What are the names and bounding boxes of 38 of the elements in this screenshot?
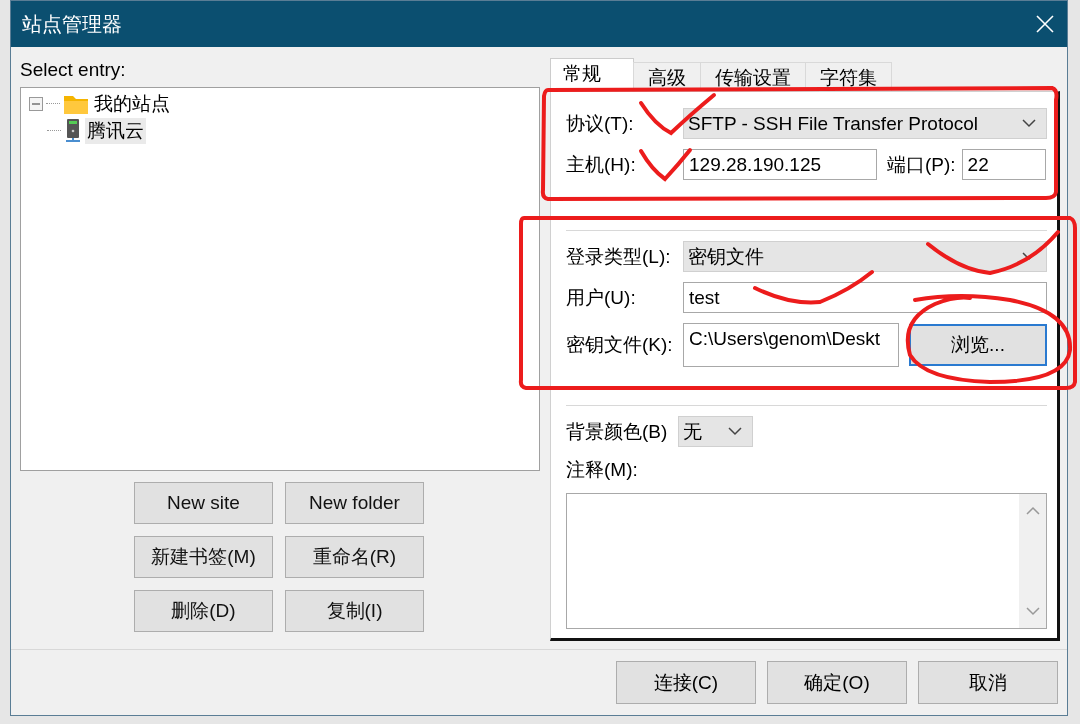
entry-button[interactable]: 重命名(R): [285, 536, 424, 578]
window-title: 站点管理器: [22, 11, 122, 37]
scroll-up-icon: [1025, 506, 1040, 516]
dropdown[interactable]: 无: [678, 416, 753, 447]
entry-button[interactable]: 复制(I): [285, 590, 424, 632]
dialog-button[interactable]: 确定(O): [767, 661, 907, 704]
entry-button[interactable]: New folder: [285, 482, 424, 524]
user-field[interactable]: test: [683, 282, 1047, 313]
collapse-icon[interactable]: [29, 96, 43, 111]
server-icon: [64, 118, 82, 143]
port-field[interactable]: 22: [961, 149, 1046, 180]
field-label: 背景颜色(B): [566, 419, 669, 444]
dialog-button[interactable]: 连接(C): [616, 661, 756, 704]
close-icon[interactable]: [1035, 14, 1055, 34]
field-label: 主机(H):: [566, 152, 636, 177]
section-label: Select entry:: [20, 58, 127, 82]
entry-button[interactable]: 新建书签(M): [134, 536, 273, 578]
key-file-field[interactable]: C:\Users\genom\Deskt: [683, 323, 899, 367]
caret-icon: [1022, 119, 1036, 128]
field-label: 端口(P):: [887, 152, 956, 177]
check-mark: [639, 148, 692, 181]
field-label: 协议(T):: [566, 111, 635, 136]
entry-button[interactable]: New site: [134, 482, 273, 524]
dropdown[interactable]: SFTP - SSH File Transfer Protocol: [683, 108, 1047, 139]
field-label: 用户(U):: [566, 285, 637, 310]
host-field[interactable]: 129.28.190.125: [683, 149, 877, 180]
entry-button[interactable]: 删除(D): [134, 590, 273, 632]
field-label: 密钥文件(K):: [566, 333, 674, 357]
dialog-button[interactable]: 取消: [918, 661, 1058, 704]
comment-field[interactable]: [566, 493, 1047, 629]
browse-button[interactable]: 浏览...: [909, 324, 1047, 366]
field-label: 登录类型(L):: [566, 244, 672, 269]
field-label: 注释(M):: [566, 458, 639, 482]
dropdown[interactable]: 密钥文件: [683, 241, 1047, 272]
tree-item[interactable]: 腾讯云: [85, 117, 146, 144]
caret-icon: [728, 427, 742, 436]
tree-item[interactable]: 我的站点: [92, 90, 172, 117]
scroll-down-icon: [1025, 606, 1040, 616]
